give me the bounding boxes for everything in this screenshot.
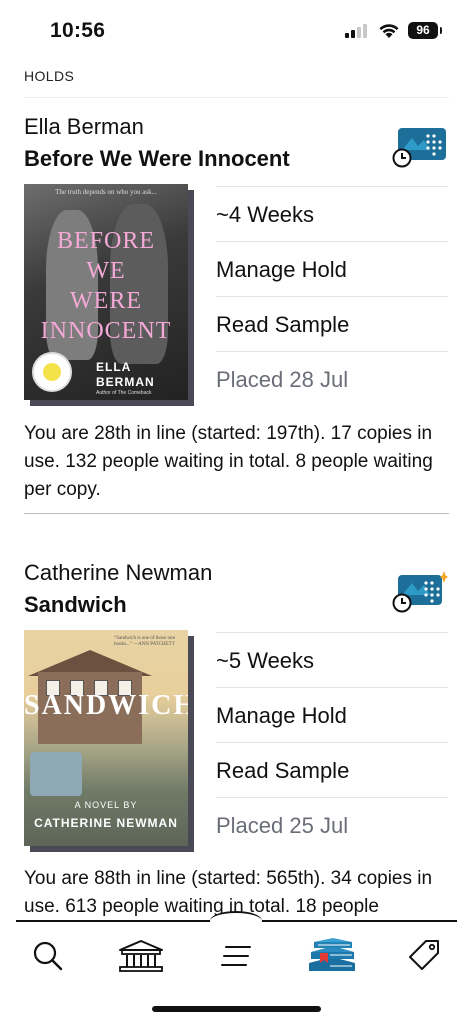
book-stack-icon [309, 938, 355, 971]
menu-lines-icon [221, 946, 251, 966]
wifi-icon [379, 24, 399, 38]
book-club-badge [32, 352, 72, 392]
cover-author: ELLA BERMAN [96, 360, 155, 389]
manage-hold-button[interactable]: Manage Hold [216, 241, 448, 296]
search-icon [33, 941, 63, 971]
tags-tab[interactable] [404, 936, 444, 976]
book-title[interactable]: Sandwich [24, 592, 127, 618]
divider [24, 97, 449, 98]
tab-bar [0, 911, 473, 990]
cover-title-line: WERE [70, 288, 142, 314]
audiobook-hold-new-icon [392, 571, 448, 613]
book-author[interactable]: Ella Berman [24, 114, 144, 140]
page-title: HOLDS [24, 68, 75, 84]
hold-actions: ~5 Weeks Manage Hold Read Sample Placed … [216, 632, 448, 852]
cover-title: SANDWICH [24, 690, 188, 721]
cover-author-sub: Author of The Comeback [96, 390, 152, 396]
wait-estimate[interactable]: ~5 Weeks [216, 632, 448, 687]
menu-tab[interactable] [216, 936, 256, 976]
card-divider [24, 513, 449, 514]
cover-title-line: INNOCENT [40, 318, 172, 344]
hold-actions: ~4 Weeks Manage Hold Read Sample Placed … [216, 186, 448, 406]
read-sample-button[interactable]: Read Sample [216, 296, 448, 351]
book-cover[interactable]: “Sandwich is one of those rare books...”… [24, 630, 188, 846]
cover-novel-by: A NOVEL BY [74, 800, 138, 810]
queue-status: You are 28th in line (started: 197th). 1… [24, 423, 433, 500]
battery-indicator: 96 [408, 22, 442, 39]
cover-title-line: WE [86, 258, 126, 284]
cover-blurb: “Sandwich is one of those rare books...”… [114, 636, 176, 647]
search-tab[interactable] [28, 936, 68, 976]
placed-date: Placed 25 Jul [216, 797, 448, 852]
tab-bar-notch [210, 911, 262, 931]
book-author[interactable]: Catherine Newman [24, 560, 212, 586]
book-cover[interactable]: The truth depends on who you ask... BEFO… [24, 184, 188, 400]
cover-author: CATHERINE NEWMAN [34, 816, 178, 830]
library-tab[interactable] [116, 936, 166, 976]
manage-hold-button[interactable]: Manage Hold [216, 687, 448, 742]
placed-date: Placed 28 Jul [216, 351, 448, 406]
tag-icon [409, 940, 439, 970]
shelf-tab[interactable] [306, 936, 358, 976]
audiobook-hold-icon [392, 128, 446, 168]
cover-title-line: BEFORE [56, 228, 155, 254]
wait-estimate[interactable]: ~4 Weeks [216, 186, 448, 241]
status-bar: 10:56 96 [0, 0, 473, 60]
read-sample-button[interactable]: Read Sample [216, 742, 448, 797]
signal-icon [345, 24, 371, 38]
book-title[interactable]: Before We Were Innocent [24, 146, 290, 172]
status-time: 10:56 [50, 19, 106, 42]
cover-tagline: The truth depends on who you ask... [55, 188, 157, 196]
library-building-icon [119, 940, 163, 972]
cover-chair [30, 752, 82, 796]
home-indicator [152, 1006, 321, 1012]
